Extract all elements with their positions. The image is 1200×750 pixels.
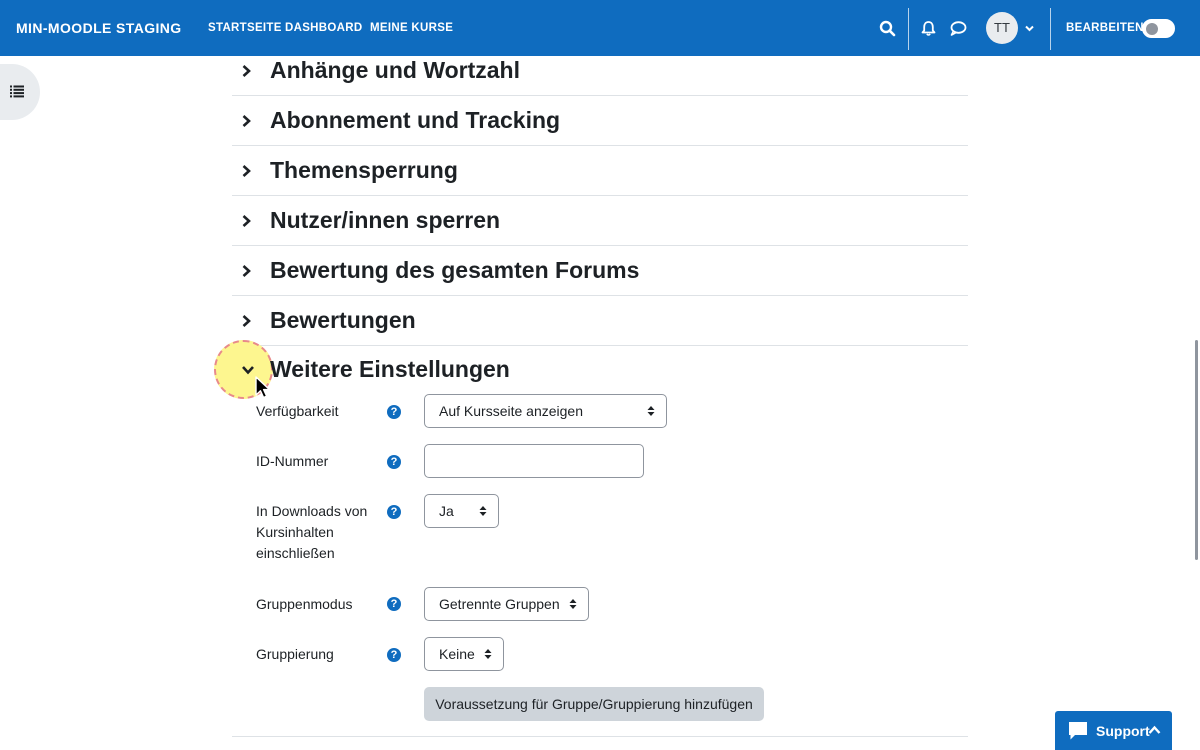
section-more-settings[interactable]: Weitere Einstellungen <box>232 345 968 395</box>
chevron-down-icon[interactable] <box>1025 25 1034 32</box>
chat-icon <box>1069 722 1087 740</box>
edit-mode-label: BEARBEITEN <box>1066 22 1144 34</box>
toggle-knob <box>1146 23 1158 35</box>
section-title: Themensperrung <box>270 156 458 183</box>
help-circle-icon[interactable]: ? <box>387 405 401 419</box>
id-number-input[interactable] <box>424 444 644 478</box>
course-index-toggle[interactable] <box>0 64 40 120</box>
help-circle-icon[interactable]: ? <box>387 597 401 611</box>
group-mode-select[interactable]: Getrennte Gruppen <box>424 587 589 621</box>
section-whole-forum-grading[interactable]: Bewertung des gesamten Forums <box>232 246 968 296</box>
page-scrollbar[interactable] <box>1195 340 1198 560</box>
downloads-label: In Downloads von Kursinhalten einschließ… <box>256 503 368 561</box>
edit-mode-toggle[interactable] <box>1142 19 1175 38</box>
nav-link-home[interactable]: STARTSEITE <box>208 22 282 34</box>
section-title: Bewertungen <box>270 306 416 333</box>
chevron-right-icon <box>242 114 251 127</box>
section-title: Abonnement und Tracking <box>270 106 561 133</box>
section-ratings[interactable]: Bewertungen <box>232 296 968 346</box>
add-group-restriction-button[interactable]: Voraussetzung für Gruppe/Gruppierung hin… <box>424 687 764 721</box>
downloads-select[interactable]: Ja <box>424 494 499 528</box>
group-mode-label: Gruppenmodus <box>256 596 353 612</box>
section-discussion-locking[interactable]: Themensperrung <box>232 146 968 196</box>
help-circle-icon[interactable]: ? <box>387 648 401 662</box>
section-title: Nutzer/innen sperren <box>270 206 501 233</box>
section-title: Anhänge und Wortzahl <box>270 56 521 83</box>
support-button[interactable]: Support <box>1055 711 1172 750</box>
chevron-right-icon <box>242 314 251 327</box>
availability-label: Verfügbarkeit <box>256 403 339 419</box>
group-mode-value: Getrennte Gruppen <box>439 596 560 612</box>
help-circle-icon[interactable]: ? <box>387 505 401 519</box>
mouse-pointer-icon <box>255 376 271 399</box>
section-title: Weitere Einstellungen <box>270 355 510 382</box>
chevron-right-icon <box>242 164 251 177</box>
select-arrows-icon <box>647 406 655 416</box>
select-arrows-icon <box>484 649 492 659</box>
support-label: Support <box>1096 723 1150 739</box>
help-circle-icon[interactable]: ? <box>387 455 401 469</box>
nav-link-dashboard[interactable]: DASHBOARD <box>285 22 362 34</box>
bell-icon[interactable] <box>920 20 937 37</box>
section-title: Bewertung des gesamten Forums <box>270 256 640 283</box>
id-number-label: ID-Nummer <box>256 453 329 469</box>
list-icon <box>10 85 24 98</box>
site-brand[interactable]: MIN-MOODLE STAGING <box>16 20 182 36</box>
nav-link-my-courses[interactable]: MEINE KURSE <box>370 22 453 34</box>
nav-divider <box>908 8 909 50</box>
grouping-value: Keine <box>439 646 475 662</box>
chevron-up-icon <box>1148 725 1161 734</box>
grouping-select[interactable]: Keine <box>424 637 504 671</box>
avatar[interactable]: TT <box>986 12 1018 44</box>
grouping-label: Gruppierung <box>256 646 334 662</box>
chevron-right-icon <box>242 264 251 277</box>
downloads-value: Ja <box>439 503 454 519</box>
search-icon[interactable] <box>879 20 896 37</box>
section-block-users[interactable]: Nutzer/innen sperren <box>232 196 968 246</box>
section-attachments[interactable]: Anhänge und Wortzahl <box>232 46 968 96</box>
chevron-down-icon <box>242 366 254 375</box>
select-arrows-icon <box>569 599 577 609</box>
availability-select[interactable]: Auf Kursseite anzeigen <box>424 394 667 428</box>
nav-divider <box>1050 8 1051 50</box>
chevron-right-icon <box>242 214 251 227</box>
chat-bubble-icon[interactable] <box>949 20 967 37</box>
chevron-right-icon <box>242 64 251 77</box>
section-divider <box>232 736 968 737</box>
section-subscription[interactable]: Abonnement und Tracking <box>232 96 968 146</box>
select-arrows-icon <box>479 506 487 516</box>
availability-value: Auf Kursseite anzeigen <box>439 403 583 419</box>
